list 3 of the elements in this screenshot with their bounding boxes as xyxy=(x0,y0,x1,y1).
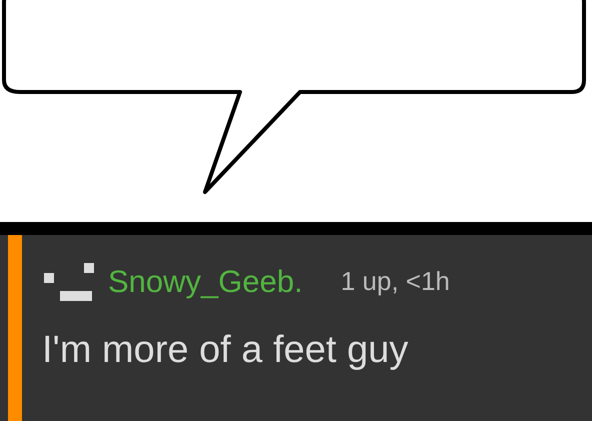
comment-meta: 1 up, <1h xyxy=(340,268,450,294)
username[interactable]: Snowy_Geeb. xyxy=(108,266,303,296)
comment-text: I'm more of a feet guy xyxy=(42,331,410,369)
